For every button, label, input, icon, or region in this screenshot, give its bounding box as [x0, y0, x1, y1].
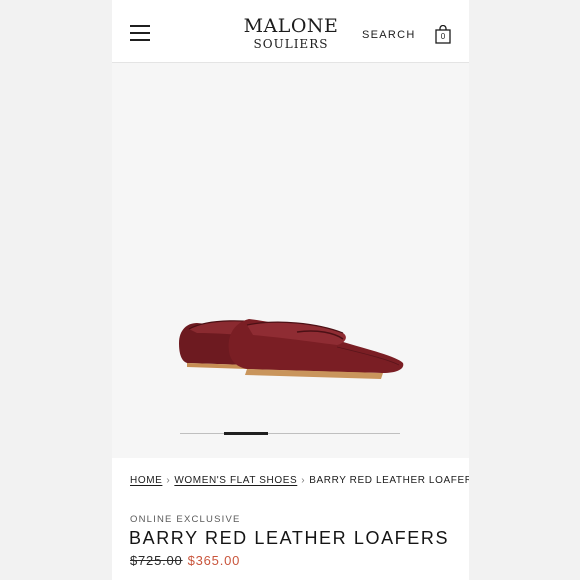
product-gallery[interactable] [112, 63, 469, 458]
bag-count: 0 [440, 32, 446, 41]
price-row: $725.00 $365.00 [130, 553, 240, 568]
shopping-bag-icon[interactable]: 0 [435, 24, 451, 44]
hamburger-menu-icon[interactable] [130, 25, 150, 41]
carousel-track[interactable] [180, 433, 400, 434]
breadcrumb-category-link[interactable]: WOMEN'S FLAT SHOES [174, 475, 297, 486]
front-loafer [228, 319, 404, 379]
brand-name-line2: SOULIERS [253, 37, 329, 51]
product-image [179, 319, 404, 379]
product-info: HOME › WOMEN'S FLAT SHOES › BARRY RED LEATHE… [112, 458, 469, 580]
breadcrumb-current: BARRY RED LEATHER LOAFERS [309, 475, 469, 486]
mobile-page: MALONE SOULIERS SEARCH 0 HOME › WOMEN'S … [112, 0, 469, 580]
carousel-active-indicator[interactable] [224, 432, 268, 435]
product-title: BARRY RED LEATHER LOAFERS [129, 528, 450, 548]
breadcrumb-separator: › [301, 475, 306, 486]
breadcrumb-home-link[interactable]: HOME [130, 475, 162, 486]
original-price: $725.00 [130, 553, 183, 568]
search-button[interactable]: SEARCH [362, 29, 416, 41]
online-exclusive-badge: ONLINE EXCLUSIVE [130, 514, 241, 525]
brand-name-line1: MALONE [243, 15, 339, 37]
sale-price: $365.00 [187, 553, 241, 568]
site-header: MALONE SOULIERS SEARCH 0 [112, 0, 469, 63]
breadcrumb-separator: › [166, 475, 171, 486]
brand-logo[interactable]: MALONE SOULIERS [238, 15, 344, 51]
breadcrumb: HOME › WOMEN'S FLAT SHOES › BARRY RED LEATHE… [130, 475, 469, 486]
